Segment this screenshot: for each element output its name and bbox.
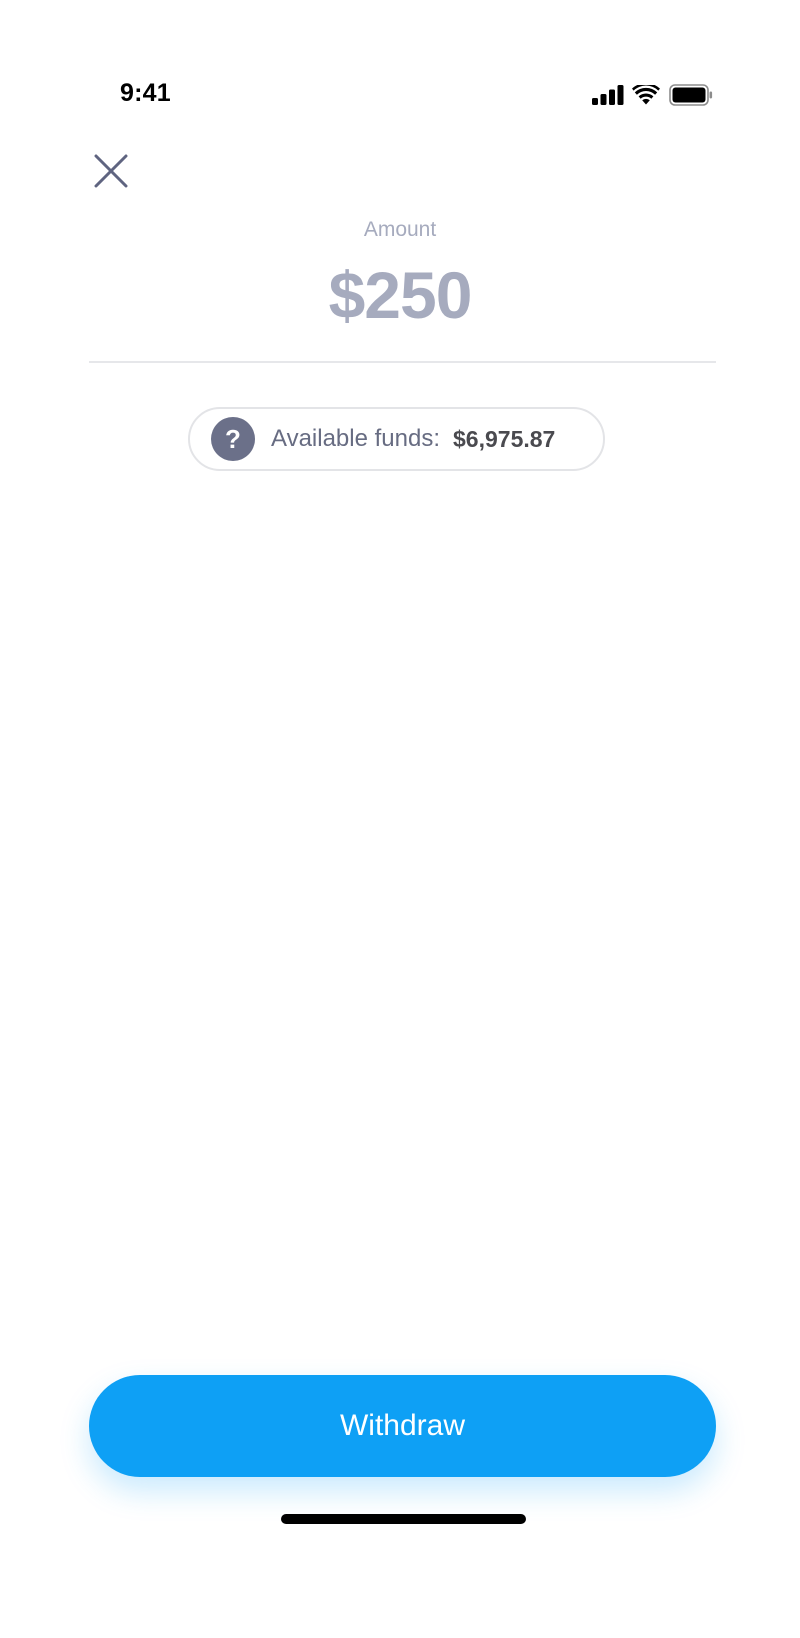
help-icon[interactable]: ? bbox=[211, 417, 255, 461]
close-icon bbox=[94, 154, 128, 193]
amount-input[interactable]: $250 bbox=[0, 258, 800, 332]
home-indicator bbox=[281, 1514, 526, 1524]
wifi-icon bbox=[632, 85, 660, 105]
status-icons bbox=[592, 83, 713, 107]
withdraw-button[interactable]: Withdraw bbox=[89, 1375, 716, 1477]
status-bar: 9:41 bbox=[0, 0, 800, 120]
close-button[interactable] bbox=[86, 148, 136, 198]
amount-divider bbox=[89, 361, 716, 363]
available-funds-label: Available funds: bbox=[271, 425, 441, 452]
battery-icon bbox=[669, 84, 713, 106]
status-time: 9:41 bbox=[120, 79, 171, 107]
available-funds-pill[interactable]: ? Available funds: $6,975.87 bbox=[188, 407, 605, 471]
available-funds-value: $6,975.87 bbox=[453, 425, 556, 452]
amount-label: Amount bbox=[363, 218, 437, 241]
cellular-signal-icon bbox=[592, 85, 624, 105]
